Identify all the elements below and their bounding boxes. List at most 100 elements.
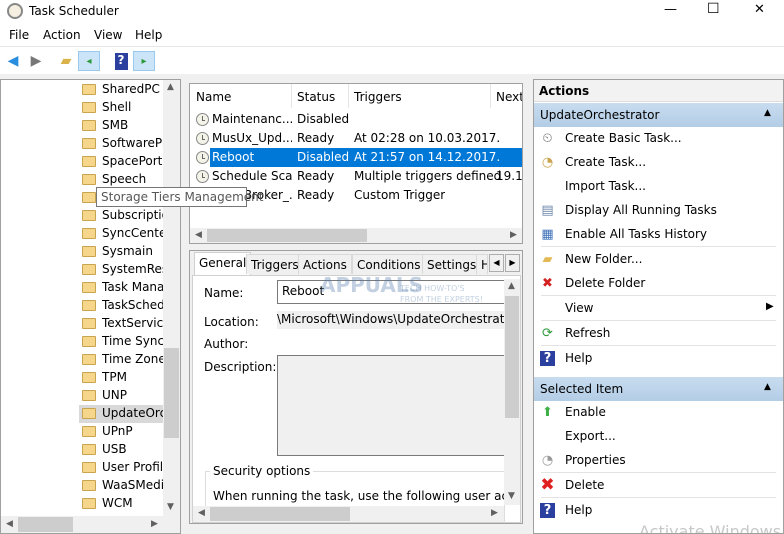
help-icon[interactable]: ?: [110, 51, 132, 71]
folder-icon: [82, 174, 96, 185]
tree-item-time-zone[interactable]: Time Zone: [79, 351, 163, 369]
tree-item-waasmedic[interactable]: WaaSMedic: [79, 477, 163, 495]
group-title: Selected Item: [540, 382, 624, 396]
collapse-icon[interactable]: ▲: [764, 382, 771, 392]
column-header-name[interactable]: Name: [196, 90, 231, 104]
collapse-icon[interactable]: ▲: [764, 108, 771, 118]
tree-item-label: Time Synchronization: [102, 334, 163, 348]
details-horizontal-scrollbar[interactable]: ◀ ▶: [193, 506, 504, 522]
task-row[interactable]: Reboot Disabled At 21:57 on 14.12.2017.: [190, 148, 522, 167]
task-status: Disabled: [297, 112, 350, 126]
menu-action[interactable]: Action: [43, 28, 81, 42]
group-header-updateorchestrator[interactable]: UpdateOrchestrator ▲: [534, 103, 783, 127]
folder-icon: [82, 192, 96, 203]
action-enable-all-tasks-history[interactable]: ▦ Enable All Tasks History: [534, 223, 783, 247]
tree-item-task-manager[interactable]: Task Manager: [79, 279, 163, 297]
tree-item-synccenter[interactable]: SyncCenter: [79, 225, 163, 243]
tree-item-shell[interactable]: Shell: [79, 99, 163, 117]
action-create-basic-task[interactable]: ⏲ Create Basic Task...: [534, 127, 783, 151]
tab-general[interactable]: General: [194, 252, 252, 275]
menu-bar: File Action View Help: [0, 24, 784, 46]
action-delete-folder[interactable]: ✖ Delete Folder: [534, 272, 783, 296]
column-header-status[interactable]: Status: [297, 90, 335, 104]
tab-triggers[interactable]: Triggers: [246, 254, 304, 274]
tab-settings[interactable]: Settings: [422, 254, 482, 274]
action-label: Create Task...: [565, 155, 647, 169]
submenu-arrow-icon: ▶: [766, 301, 774, 312]
folder-icon: [82, 318, 96, 329]
tab-h[interactable]: H: [476, 254, 488, 274]
task-row[interactable]: Maintenanc... Disabled: [190, 110, 522, 129]
tree-item-spaceport[interactable]: SpacePort: [79, 153, 163, 171]
action-create-task[interactable]: ◔ Create Task...: [534, 151, 783, 175]
tree-item-taskscheduler[interactable]: TaskScheduler: [79, 297, 163, 315]
action-refresh[interactable]: ⟳ Refresh: [534, 322, 783, 346]
column-header-triggers[interactable]: Triggers: [354, 90, 402, 104]
group-header-selected-item[interactable]: Selected Item ▲: [534, 377, 783, 401]
action-help[interactable]: ? Help: [534, 499, 783, 523]
tree-item-subscription[interactable]: Subscription: [79, 207, 163, 225]
details-vertical-scrollbar[interactable]: ▲ ▼: [504, 279, 520, 505]
tree-item-updateorchestrator[interactable]: UpdateOrchestrator: [79, 405, 163, 423]
folder-icon: [82, 84, 96, 95]
tree-item-smb[interactable]: SMB: [79, 117, 163, 135]
tree-hscroll-thumb[interactable]: [18, 517, 73, 532]
up-folder-icon[interactable]: ▰: [55, 51, 77, 71]
maximize-button[interactable]: ☐: [707, 1, 720, 17]
action-view[interactable]: View ▶: [534, 297, 783, 321]
menu-file[interactable]: File: [9, 28, 29, 42]
task-list-scroll-thumb[interactable]: [207, 229, 367, 242]
action-label: Help: [565, 351, 593, 365]
tree-item-upnp[interactable]: UPnP: [79, 423, 163, 441]
action-properties[interactable]: ◔ Properties: [534, 449, 783, 473]
tree-item-systemrestore[interactable]: SystemRestore: [79, 261, 163, 279]
minimize-button[interactable]: —: [664, 2, 677, 17]
details-scroll-thumb[interactable]: [505, 296, 519, 418]
tab-scroll-right-button[interactable]: ▶: [505, 254, 520, 272]
tree-item-textservicesframework[interactable]: TextServicesFramework: [79, 315, 163, 333]
menu-view[interactable]: View: [94, 28, 122, 42]
description-field[interactable]: [277, 355, 505, 456]
tree-horizontal-scrollbar[interactable]: ◀ ▶: [1, 516, 180, 533]
task-row[interactable]: MusUx_Upd... Ready At 02:28 on 10.03.201…: [190, 129, 522, 148]
action-export[interactable]: Export...: [534, 425, 783, 449]
close-button[interactable]: ✕: [754, 2, 765, 17]
menu-help[interactable]: Help: [135, 28, 162, 42]
action-enable[interactable]: ⬆ Enable: [534, 401, 783, 425]
forward-arrow-icon[interactable]: ▶: [25, 51, 47, 71]
column-header-next[interactable]: Next: [496, 90, 522, 104]
action-delete[interactable]: ✖ Delete: [534, 474, 783, 498]
tree-item-sharedpc[interactable]: SharedPC: [79, 81, 163, 99]
task-row[interactable]: Schedule Scan Ready Multiple triggers de…: [190, 167, 522, 186]
folder-icon: [82, 246, 96, 257]
tab-conditions[interactable]: Conditions: [352, 254, 426, 274]
action-label: Enable All Tasks History: [565, 227, 708, 241]
folder-icon: [82, 228, 96, 239]
task-name: Schedule Scan: [212, 169, 292, 183]
tree-item-usb[interactable]: USB: [79, 441, 163, 459]
tab-scroll-left-button[interactable]: ◀: [489, 254, 504, 272]
show-hide-action-pane-icon[interactable]: ▸: [133, 51, 155, 71]
show-hide-console-tree-icon[interactable]: ◂: [78, 51, 100, 71]
action-import-task[interactable]: Import Task...: [534, 175, 783, 199]
tree-vertical-scrollbar[interactable]: ▲ ▼: [163, 80, 180, 516]
action-display-all-running-tasks[interactable]: ▤ Display All Running Tasks: [534, 199, 783, 223]
back-arrow-icon[interactable]: ◀: [2, 51, 24, 71]
tree-item-label: Shell: [102, 100, 132, 114]
tree-item-label: Subscription: [102, 208, 163, 222]
tree-item-sysmain[interactable]: Sysmain: [79, 243, 163, 261]
details-hscroll-thumb[interactable]: [210, 507, 350, 521]
tree-item-user-profile-service[interactable]: User Profile Service: [79, 459, 163, 477]
name-label: Name:: [204, 286, 244, 300]
tab-actions[interactable]: Actions: [298, 254, 352, 274]
tree-item-time-synchronization[interactable]: Time Synchronization: [79, 333, 163, 351]
task-list-horizontal-scrollbar[interactable]: ◀ ▶: [190, 228, 522, 243]
action-help[interactable]: ? Help: [534, 347, 783, 371]
action-new-folder[interactable]: ▰ New Folder...: [534, 248, 783, 272]
tree-item-tpm[interactable]: TPM: [79, 369, 163, 387]
tree-item-label: User Profile Service: [102, 460, 163, 474]
tree-item-softwareprotectionplatform[interactable]: SoftwareProtectionPlatform: [79, 135, 163, 153]
tree-item-unp[interactable]: UNP: [79, 387, 163, 405]
tree-item-wcm[interactable]: WCM: [79, 495, 163, 513]
tree-scroll-thumb[interactable]: [164, 348, 179, 438]
